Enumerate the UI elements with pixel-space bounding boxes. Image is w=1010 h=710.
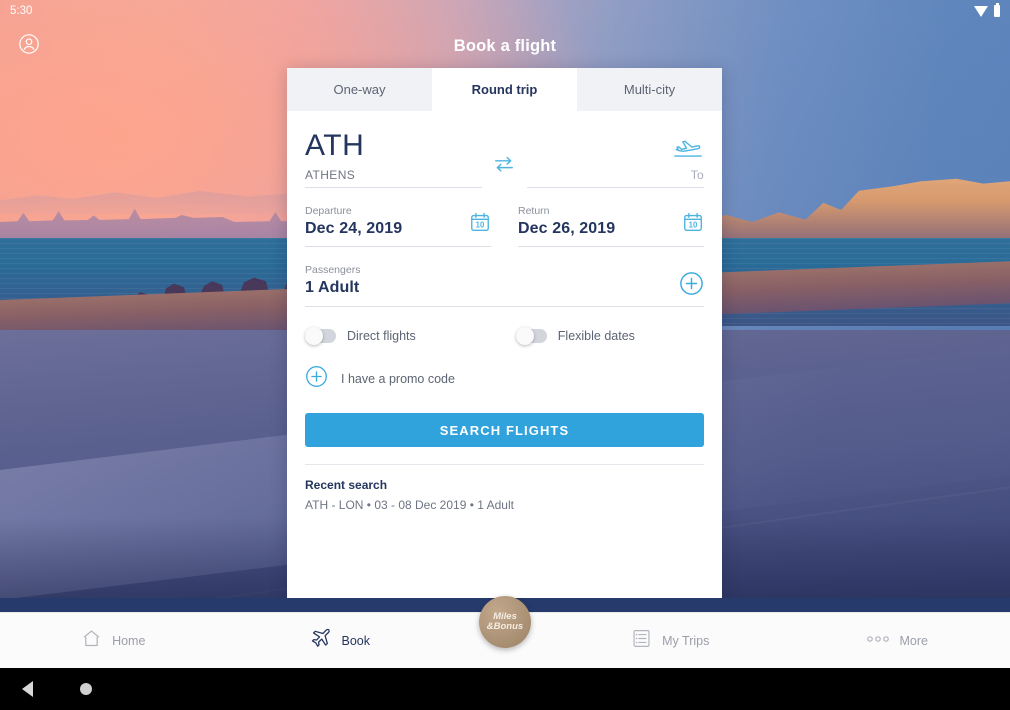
promo-code-label: I have a promo code [341, 372, 455, 386]
direct-flights-toggle[interactable]: Direct flights [305, 327, 416, 345]
departure-label: Departure [305, 205, 352, 217]
dates-row: Departure Dec 24, 2019 10 Return Dec 26,… [305, 188, 704, 247]
tab-round-trip[interactable]: Round trip [432, 68, 577, 111]
plus-circle-icon [305, 365, 328, 393]
passengers-label: Passengers [305, 264, 361, 276]
nav-item-book[interactable]: Book [227, 613, 454, 668]
tab-multi-city-label: Multi-city [623, 82, 676, 97]
tab-round-trip-label: Round trip [471, 82, 538, 97]
recent-search-section: Recent search ATH - LON • 03 - 08 Dec 20… [305, 464, 704, 512]
tab-multi-city[interactable]: Multi-city [577, 68, 722, 111]
return-value: Dec 26, 2019 [518, 220, 616, 237]
passengers-row: Passengers 1 Adult [305, 247, 704, 307]
status-bar-time: 5:30 [10, 5, 33, 17]
airplane-icon [310, 627, 332, 654]
search-flights-button[interactable]: SEARCH FLIGHTS [305, 413, 704, 447]
plus-circle-icon[interactable] [679, 271, 704, 301]
passengers-field[interactable]: Passengers 1 Adult [305, 264, 704, 307]
departure-date-field[interactable]: Departure Dec 24, 2019 10 [305, 205, 491, 247]
flexible-dates-label: Flexible dates [557, 329, 635, 343]
origin-field[interactable]: ATH ATHENS [305, 129, 483, 188]
direct-flights-switch[interactable] [305, 327, 336, 345]
nav-item-home-label: Home [112, 633, 146, 648]
flexible-dates-toggle[interactable]: Flexible dates [515, 327, 635, 345]
status-bar: 5:30 [0, 0, 1010, 22]
destination-placeholder: To [690, 168, 704, 182]
nav-item-my-trips-label: My Trips [662, 633, 710, 648]
promo-code-row[interactable]: I have a promo code [305, 343, 704, 393]
direct-flights-label: Direct flights [347, 329, 416, 343]
app-viewport: 5:30 Book a flight One-way Round trip Mu… [0, 0, 1010, 668]
status-bar-icons [974, 3, 1000, 17]
nav-item-home[interactable]: Home [0, 613, 227, 668]
destination-field[interactable]: To [526, 131, 704, 188]
flexible-dates-switch[interactable] [515, 327, 547, 345]
origin-city: ATHENS [305, 168, 356, 182]
svg-text:10: 10 [476, 221, 485, 230]
recent-search-title: Recent search [305, 478, 388, 492]
account-circle-icon[interactable] [18, 33, 40, 55]
home-icon [81, 628, 102, 654]
home-circle-icon[interactable] [80, 683, 92, 695]
page-title: Book a flight [453, 36, 557, 55]
back-triangle-icon[interactable] [22, 681, 33, 697]
calendar-icon[interactable]: 10 [469, 211, 491, 238]
android-navigation-bar [0, 668, 1010, 710]
swap-horizontal-icon[interactable] [482, 154, 527, 188]
miles-bonus-line2: &Bonus [486, 621, 524, 632]
route-row: ATH ATHENS To [305, 111, 704, 188]
plane-landing-icon [527, 131, 704, 161]
list-icon [631, 628, 652, 654]
nav-item-more-label: More [899, 633, 928, 648]
booking-card: One-way Round trip Multi-city ATH ATHENS [287, 68, 722, 603]
nav-item-my-trips[interactable]: My Trips [557, 613, 784, 668]
more-dots-icon [866, 632, 890, 650]
trip-type-tabs: One-way Round trip Multi-city [287, 68, 722, 111]
origin-code: ATH [305, 129, 365, 162]
nav-item-more[interactable]: More [784, 613, 1010, 668]
recent-search-item[interactable]: ATH - LON • 03 - 08 Dec 2019 • 1 Adult [305, 498, 704, 512]
tab-one-way[interactable]: One-way [287, 68, 432, 111]
app-header: Book a flight [0, 26, 1010, 66]
battery-icon [994, 3, 1000, 17]
svg-text:10: 10 [689, 221, 698, 230]
calendar-icon[interactable]: 10 [682, 211, 704, 238]
return-label: Return [518, 205, 550, 217]
passengers-value: 1 Adult [305, 279, 360, 296]
tab-one-way-label: One-way [333, 82, 386, 97]
return-date-field[interactable]: Return Dec 26, 2019 10 [518, 205, 704, 247]
options-row: Direct flights Flexible dates [305, 307, 704, 345]
nav-item-book-label: Book [341, 633, 371, 648]
miles-bonus-badge[interactable]: Miles &Bonus [479, 596, 531, 648]
bottom-navigation: Home Book My Trips More Miles &Bonus [0, 596, 1010, 668]
wifi-icon [974, 5, 988, 17]
card-body: ATH ATHENS To Departure Dec 24, 2019 10 … [287, 111, 722, 512]
departure-value: Dec 24, 2019 [305, 220, 403, 237]
